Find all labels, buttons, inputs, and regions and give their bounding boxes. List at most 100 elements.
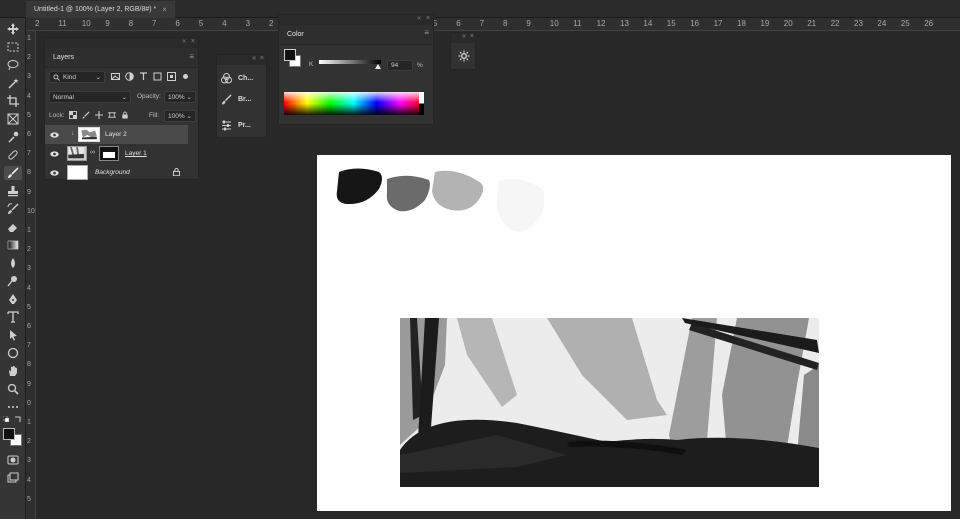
layer-name[interactable]: Layer 1 (125, 150, 147, 157)
clone-stamp-tool-icon[interactable] (4, 184, 22, 198)
layer-name[interactable]: Layer 2 (105, 131, 127, 138)
magic-wand-tool-icon[interactable] (4, 76, 22, 90)
dock-item-properties[interactable]: Pr... (221, 118, 265, 132)
layers-tab-header: Layers (45, 48, 198, 68)
link-icon[interactable]: ∞ (90, 149, 95, 156)
frame-tool-icon[interactable] (4, 112, 22, 126)
visibility-eye-icon[interactable] (50, 169, 59, 176)
color-panel-grip[interactable]: « × (279, 15, 433, 25)
brush-tool-icon[interactable] (4, 166, 22, 180)
opacity-field[interactable]: 100% ⌄ (164, 91, 196, 103)
chevron-down-icon: ⌄ (95, 74, 101, 81)
collapse-panel-icon[interactable]: « (182, 38, 186, 45)
document-canvas[interactable] (317, 155, 951, 511)
filter-type-icon[interactable] (139, 71, 148, 83)
expand-panel-icon[interactable]: « (252, 55, 256, 62)
vertical-ruler: 1 2 3 4 5 6 7 8 9 10 1 2 3 4 5 6 7 8 9 0 1 2 3 4 5 (26, 31, 36, 519)
close-panel-icon[interactable]: × (260, 55, 264, 62)
color-tab[interactable]: Color (284, 31, 307, 38)
ruler-tick-label: 3 (27, 265, 31, 273)
ruler-tick-label: 18 (737, 19, 746, 28)
visibility-eye-icon[interactable] (50, 150, 59, 157)
screen-mode-icon[interactable] (4, 471, 22, 485)
close-panel-icon[interactable]: × (191, 38, 195, 45)
filter-shape-icon[interactable] (153, 72, 162, 83)
healing-brush-tool-icon[interactable] (4, 148, 22, 162)
ruler-tick-label: 22 (830, 19, 840, 28)
ruler-tick-label: 8 (128, 19, 134, 28)
ruler-tick-label: 9 (105, 19, 110, 28)
lasso-tool-icon[interactable] (4, 58, 22, 72)
dodge-tool-icon[interactable] (4, 274, 22, 288)
swap-colors-icon[interactable] (15, 416, 21, 422)
black-white-ramp[interactable] (419, 92, 424, 115)
history-brush-tool-icon[interactable] (4, 202, 22, 216)
foreground-color-swatch[interactable] (3, 428, 15, 440)
marquee-tool-icon[interactable] (4, 40, 22, 54)
close-tab-icon[interactable]: × (162, 5, 167, 14)
close-panel-icon[interactable]: × (470, 33, 474, 40)
layer-mask-thumbnail[interactable] (99, 146, 119, 161)
lock-artboard-icon[interactable] (108, 111, 116, 121)
dock-item-brushes[interactable]: Br... (221, 92, 265, 106)
hand-tool-icon[interactable] (4, 364, 22, 378)
filter-smart-object-icon[interactable] (167, 71, 176, 83)
blur-tool-icon[interactable] (4, 256, 22, 270)
ellipse-tool-icon[interactable] (4, 346, 22, 360)
layer-row-background[interactable]: Background (45, 163, 188, 182)
visibility-eye-icon[interactable] (50, 131, 59, 138)
default-colors-icon[interactable] (2, 415, 10, 423)
layer-row-layer-2[interactable]: ↓ Layer 2 (45, 125, 188, 144)
panel-menu-icon[interactable]: ≡ (424, 28, 429, 37)
dock-grip[interactable]: « × (217, 55, 266, 65)
filter-adjustment-icon[interactable] (125, 71, 134, 83)
more-tools-icon[interactable] (4, 400, 22, 414)
color-spectrum[interactable] (284, 92, 423, 115)
layer-name[interactable]: Background (95, 169, 130, 176)
eraser-tool-icon[interactable] (4, 220, 22, 234)
lock-image-icon[interactable] (82, 111, 90, 121)
fill-field[interactable]: 100% ⌄ (164, 110, 196, 122)
document-tab[interactable]: Untitled-1 @ 100% (Layer 2, RGB/8#) * × (26, 1, 175, 18)
k-slider-track[interactable] (319, 60, 381, 64)
ruler-tick-label: 20 (783, 19, 793, 28)
gradient-tool-icon[interactable] (4, 238, 22, 252)
lock-transparent-icon[interactable] (69, 111, 77, 121)
filter-pixel-icon[interactable] (111, 72, 120, 83)
filter-kind-select[interactable]: Kind ⌄ (49, 71, 105, 83)
crop-tool-icon[interactable] (4, 94, 22, 108)
panel-menu-icon[interactable]: ≡ (189, 52, 194, 61)
blend-mode-select[interactable]: Normal ⌄ (49, 91, 131, 103)
ruler-tick-label: 3 (245, 19, 251, 28)
ruler-tick-label: 7 (479, 19, 485, 28)
filter-toggle-icon[interactable] (181, 72, 190, 83)
k-value-field[interactable]: 94 (387, 60, 413, 71)
clipping-arrow-icon: ↓ (71, 131, 74, 137)
ruler-tick-label: 16 (690, 19, 700, 28)
expand-panel-icon[interactable]: « (462, 33, 466, 40)
dock-item-channels[interactable]: Ch... (221, 71, 265, 85)
ruler-tick-label: 5 (27, 111, 31, 119)
settings-gear-icon[interactable] (458, 50, 470, 62)
lock-all-icon[interactable] (121, 111, 129, 121)
chevron-down-icon: ⌄ (186, 113, 192, 120)
move-tool-icon[interactable] (4, 22, 22, 36)
ruler-tick-label: 3 (27, 457, 31, 465)
collapse-panel-icon[interactable]: « (417, 15, 421, 22)
ruler-tick-label: 4 (27, 476, 31, 484)
pen-tool-icon[interactable] (4, 292, 22, 306)
layers-tab[interactable]: Layers (50, 54, 77, 61)
small-dock-grip[interactable]: « × (451, 33, 475, 43)
foreground-color-chip[interactable] (284, 49, 296, 61)
eyedropper-tool-icon[interactable] (4, 130, 22, 144)
layers-panel-grip[interactable]: « × (45, 38, 198, 48)
path-selection-tool-icon[interactable] (4, 328, 22, 342)
lock-position-icon[interactable] (95, 111, 103, 121)
quick-mask-icon[interactable] (4, 453, 22, 467)
zoom-tool-icon[interactable] (4, 382, 22, 396)
close-panel-icon[interactable]: × (426, 15, 430, 22)
k-slider-handle[interactable] (375, 64, 381, 69)
type-tool-icon[interactable] (4, 310, 22, 324)
layer-row-layer-1[interactable]: ∞ Layer 1 (45, 144, 188, 163)
document-tab-bar: Untitled-1 @ 100% (Layer 2, RGB/8#) * × (0, 0, 960, 18)
